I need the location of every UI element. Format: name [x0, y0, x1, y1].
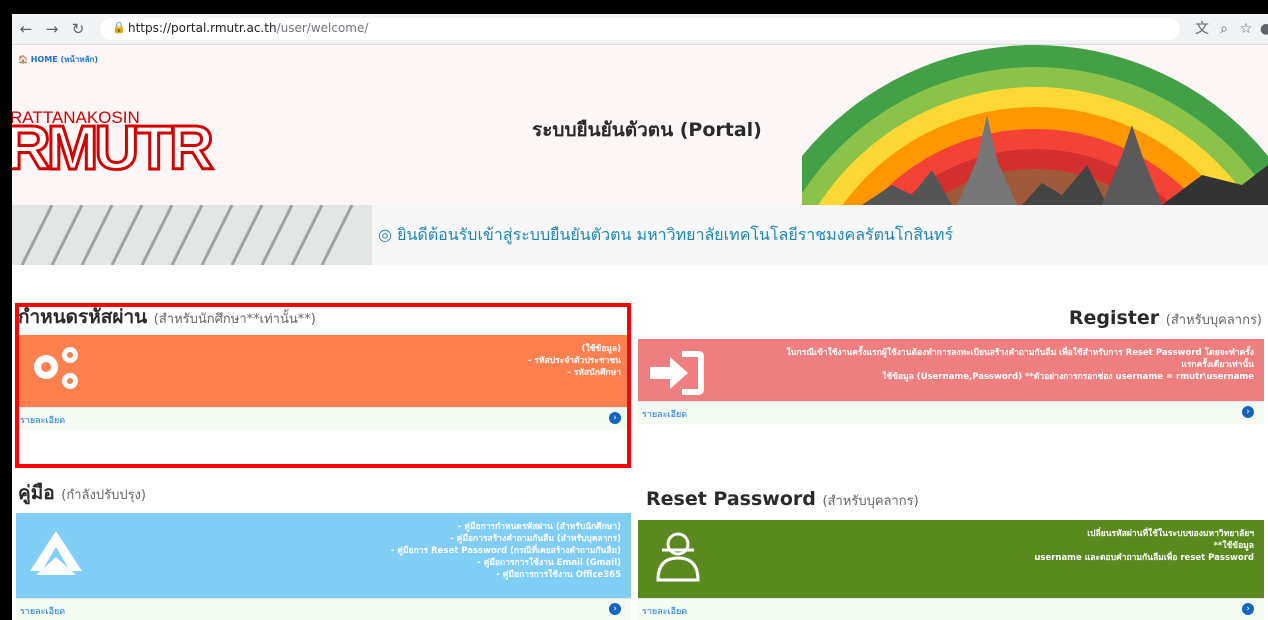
- arrow-right-icon: ›: [1242, 406, 1254, 418]
- reset-password-details-link[interactable]: รายละเอียด ›: [638, 598, 1264, 620]
- reload-icon[interactable]: ↻: [68, 19, 88, 39]
- page-title: ระบบยืนยันตัวตน (Portal): [532, 119, 762, 141]
- arrow-right-icon: ›: [609, 603, 621, 615]
- building-photo: [12, 205, 372, 265]
- browser-window: ← → ↻ 🔒 https://portal.rmutr.ac.th/user/…: [12, 14, 1268, 620]
- reset-password-heading: Reset Password (สำหรับบุคลากร): [646, 488, 919, 510]
- user-secret-icon: [656, 532, 700, 582]
- sign-in-icon: [650, 351, 704, 395]
- welcome-text: ◎ ยินดีต้อนรับเข้าสู่ระบบยืนยันตัวตน มหา…: [378, 225, 954, 244]
- arrow-right-icon: ›: [1242, 603, 1254, 615]
- register-heading: Register (สำหรับบุคลากร): [1068, 307, 1262, 329]
- browser-toolbar: ← → ↻ 🔒 https://portal.rmutr.ac.th/user/…: [12, 14, 1268, 45]
- translate-icon[interactable]: 文: [1192, 19, 1212, 39]
- reset-password-card[interactable]: เปลี่ยนรหัสผ่านที่ใช้ในระบบของมหาวิทยาลั…: [638, 520, 1264, 598]
- home-icon: 🏠: [18, 55, 28, 64]
- zoom-icon[interactable]: ⌕: [1214, 19, 1234, 39]
- screenshot-frame: ← → ↻ 🔒 https://portal.rmutr.ac.th/user/…: [0, 0, 1268, 620]
- register-details-link[interactable]: รายละเอียด ›: [638, 401, 1264, 424]
- lock-icon: 🔒: [112, 21, 126, 34]
- details-label: รายละเอียด: [642, 607, 688, 617]
- manual-link[interactable]: - คู่มือการการใช้งาน Office365: [391, 569, 621, 581]
- book-icon: [30, 531, 82, 575]
- home-link[interactable]: 🏠 HOME (หน้าหลัก): [18, 53, 98, 66]
- account-icon[interactable]: ●: [1256, 19, 1268, 39]
- star-icon[interactable]: ☆: [1236, 19, 1256, 39]
- logo-text-big: RMUTR: [12, 114, 215, 183]
- register-card[interactable]: ในกรณีเข้าใช้งานครั้งแรกผู้ใช้งานต้องทำก…: [638, 339, 1264, 401]
- manual-list: - คู่มือการกำหนดรหัสผ่าน (สำหรับนักศึกษา…: [391, 521, 621, 581]
- reset-password-info: เปลี่ยนรหัสผ่านที่ใช้ในระบบของมหาวิทยาลั…: [1034, 529, 1254, 563]
- site-header: 🏠 HOME (หน้าหลัก) RATTANAKOSIN RMUTR ระบ…: [12, 45, 1268, 205]
- page-content: 🏠 HOME (หน้าหลัก) RATTANAKOSIN RMUTR ระบ…: [12, 45, 1268, 620]
- details-label: รายละเอียด: [20, 607, 66, 617]
- register-info: ในกรณีเข้าใช้งานครั้งแรกผู้ใช้งานต้องทำก…: [786, 348, 1254, 382]
- manual-link[interactable]: - คู่มือการสร้างคำถามกันลืม (สำหรับบุคลา…: [391, 533, 621, 545]
- manual-link[interactable]: - คู่มือการกำหนดรหัสผ่าน (สำหรับนักศึกษา…: [391, 521, 621, 533]
- manual-card[interactable]: - คู่มือการกำหนดรหัสผ่าน (สำหรับนักศึกษา…: [16, 513, 631, 598]
- user-circle-icon: ◎: [378, 225, 392, 244]
- address-bar[interactable]: 🔒 https://portal.rmutr.ac.th/user/welcom…: [100, 18, 1180, 40]
- manual-link[interactable]: - คู่มือการ Reset Password (กรณีที่เคยสร…: [391, 545, 621, 557]
- manual-link[interactable]: - คู่มือการการใช้งาน Email (Gmail): [391, 557, 621, 569]
- forward-icon[interactable]: →: [42, 19, 62, 39]
- highlight-box: [15, 303, 631, 468]
- back-icon[interactable]: ←: [16, 19, 36, 39]
- manual-heading: คู่มือ (กำลังปรับปรุง): [18, 482, 146, 504]
- manual-details-link[interactable]: รายละเอียด ›: [16, 598, 631, 620]
- welcome-banner: ◎ ยินดีต้อนรับเข้าสู่ระบบยืนยันตัวตน มหา…: [12, 205, 1268, 265]
- header-art-image: [802, 45, 1268, 205]
- details-label: รายละเอียด: [642, 410, 688, 420]
- url-text: https://portal.rmutr.ac.th/user/welcome/: [128, 21, 369, 35]
